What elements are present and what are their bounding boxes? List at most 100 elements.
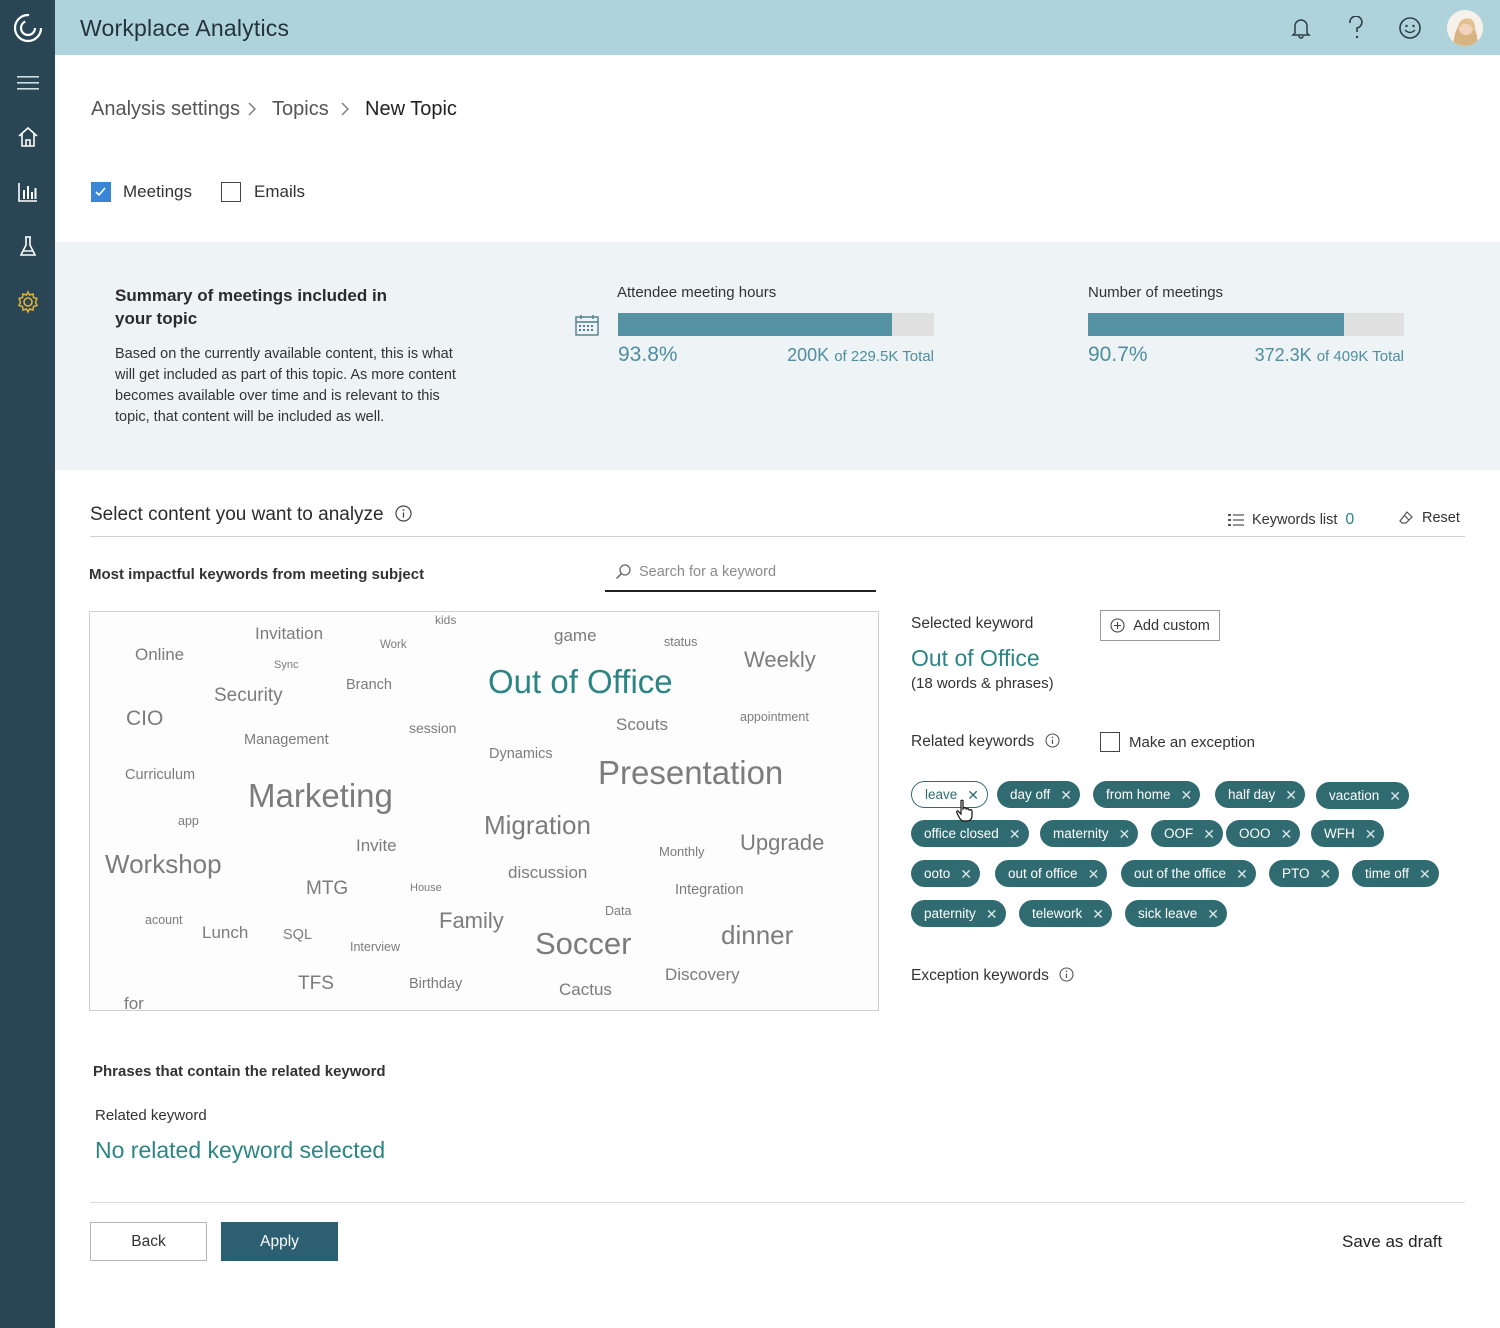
cloud-word[interactable]: app — [178, 815, 199, 828]
info-icon[interactable] — [1059, 967, 1074, 987]
info-icon[interactable] — [395, 505, 412, 528]
cloud-word[interactable]: kids — [435, 614, 456, 626]
gear-icon[interactable] — [0, 282, 55, 322]
breadcrumb-topics[interactable]: Topics — [272, 98, 329, 121]
cloud-word[interactable]: appointment — [740, 711, 809, 724]
close-icon[interactable]: ✕ — [1320, 867, 1332, 881]
keyword-pill[interactable]: telework ✕ — [1019, 900, 1113, 927]
avatar[interactable] — [1447, 10, 1483, 46]
close-icon[interactable]: ✕ — [1009, 827, 1021, 841]
keyword-pill[interactable]: out of office ✕ — [995, 860, 1108, 887]
cloud-word[interactable]: Presentation — [598, 756, 783, 789]
cloud-word[interactable]: Marketing — [248, 779, 393, 812]
cloud-word[interactable]: MTG — [306, 879, 348, 898]
cloud-word[interactable]: Branch — [346, 678, 392, 693]
keyword-pill[interactable]: day off ✕ — [997, 781, 1081, 808]
cloud-word[interactable]: Integration — [675, 883, 744, 898]
logo-icon[interactable] — [0, 0, 55, 55]
cloud-word[interactable]: Online — [135, 646, 184, 663]
keyword-pill[interactable]: vacation ✕ — [1316, 782, 1410, 809]
reset-button[interactable]: Reset — [1398, 510, 1460, 526]
bar-chart-icon[interactable] — [0, 172, 55, 212]
emails-checkbox[interactable] — [221, 182, 241, 202]
cloud-word[interactable]: session — [409, 721, 456, 735]
cloud-word-selected[interactable]: Out of Office — [488, 665, 673, 698]
cloud-word[interactable]: discussion — [508, 864, 587, 881]
cloud-word[interactable]: House — [410, 883, 442, 894]
cloud-word[interactable]: status — [664, 636, 697, 649]
cloud-word[interactable]: Migration — [484, 812, 591, 838]
hamburger-icon[interactable] — [0, 63, 55, 103]
cloud-word[interactable]: Invite — [356, 837, 397, 854]
cloud-word[interactable]: CIO — [126, 708, 163, 729]
keyword-pill[interactable]: PTO ✕ — [1269, 860, 1340, 887]
close-icon[interactable]: ✕ — [1203, 827, 1215, 841]
flask-icon[interactable] — [0, 227, 55, 267]
search-box[interactable] — [605, 554, 876, 592]
keyword-pill[interactable]: ooto ✕ — [911, 860, 981, 887]
save-as-draft-button[interactable]: Save as draft — [1342, 1232, 1442, 1252]
close-icon[interactable]: ✕ — [1092, 907, 1104, 921]
cloud-word[interactable]: SQL — [283, 928, 312, 943]
cloud-word[interactable]: TFS — [298, 974, 334, 993]
keyword-pill[interactable]: out of the office ✕ — [1121, 860, 1256, 887]
close-icon[interactable]: ✕ — [1281, 827, 1293, 841]
cloud-word[interactable]: Dynamics — [489, 747, 553, 762]
exception-checkbox[interactable] — [1100, 732, 1120, 752]
cloud-word[interactable]: Security — [214, 686, 283, 705]
bell-icon[interactable] — [1285, 12, 1317, 44]
cloud-word[interactable]: dinner — [721, 922, 793, 948]
cloud-word[interactable]: Scouts — [616, 716, 668, 733]
breadcrumb-analysis-settings[interactable]: Analysis settings — [91, 98, 240, 121]
keywords-list-button[interactable]: Keywords list 0 — [1228, 511, 1354, 529]
close-icon[interactable]: ✕ — [1119, 827, 1131, 841]
cloud-word[interactable]: Workshop — [105, 851, 222, 877]
keyword-pill[interactable]: sick leave ✕ — [1125, 900, 1228, 927]
cloud-word[interactable]: Family — [439, 910, 504, 932]
meetings-checkbox[interactable] — [91, 182, 111, 202]
cloud-word[interactable]: Management — [244, 733, 329, 748]
search-input[interactable] — [639, 564, 859, 580]
cloud-word[interactable]: acount — [145, 914, 183, 927]
close-icon[interactable]: ✕ — [1365, 827, 1377, 841]
close-icon[interactable]: ✕ — [1389, 789, 1401, 803]
add-custom-button[interactable]: Add custom — [1100, 610, 1220, 641]
keyword-pill[interactable]: half day ✕ — [1215, 781, 1306, 808]
cloud-word[interactable]: for — [124, 995, 144, 1010]
close-icon[interactable]: ✕ — [1285, 788, 1297, 802]
cloud-word[interactable]: Birthday — [409, 977, 462, 992]
close-icon[interactable]: ✕ — [1060, 788, 1072, 802]
keyword-pill[interactable]: WFH ✕ — [1311, 820, 1385, 847]
keyword-pill[interactable]: time off ✕ — [1352, 860, 1439, 887]
cloud-word[interactable]: game — [554, 627, 597, 644]
help-icon[interactable] — [1340, 12, 1372, 44]
close-icon[interactable]: ✕ — [1088, 867, 1100, 881]
cloud-word[interactable]: Data — [605, 905, 631, 918]
cloud-word[interactable]: Sync — [274, 660, 298, 671]
cloud-word[interactable]: Lunch — [202, 924, 248, 941]
cloud-word[interactable]: Curriculum — [125, 768, 195, 783]
cloud-word[interactable]: Weekly — [744, 649, 816, 671]
close-icon[interactable]: ✕ — [986, 907, 998, 921]
cloud-word[interactable]: Discovery — [665, 966, 740, 983]
keyword-pill[interactable]: leave ✕ — [911, 781, 989, 808]
close-icon[interactable]: ✕ — [1181, 788, 1193, 802]
cloud-word[interactable]: Invitation — [255, 625, 323, 642]
cloud-word[interactable]: Soccer — [535, 928, 631, 959]
keyword-pill[interactable]: OOF ✕ — [1151, 820, 1223, 847]
close-icon[interactable]: ✕ — [960, 867, 972, 881]
cloud-word[interactable]: Upgrade — [740, 832, 824, 854]
keyword-pill[interactable]: maternity ✕ — [1040, 820, 1139, 847]
close-icon[interactable]: ✕ — [1419, 867, 1431, 881]
close-icon[interactable]: ✕ — [1207, 907, 1219, 921]
keyword-pill[interactable]: paternity ✕ — [911, 900, 1006, 927]
cloud-word[interactable]: Monthly — [659, 845, 705, 858]
cloud-word[interactable]: Work — [380, 639, 407, 652]
back-button[interactable]: Back — [90, 1222, 207, 1261]
info-icon[interactable] — [1044, 733, 1060, 753]
keyword-pill[interactable]: from home ✕ — [1093, 781, 1201, 808]
home-icon[interactable] — [0, 117, 55, 157]
close-icon[interactable]: ✕ — [1236, 867, 1248, 881]
cloud-word[interactable]: Interview — [350, 941, 400, 954]
keyword-pill[interactable]: OOO ✕ — [1226, 820, 1301, 847]
